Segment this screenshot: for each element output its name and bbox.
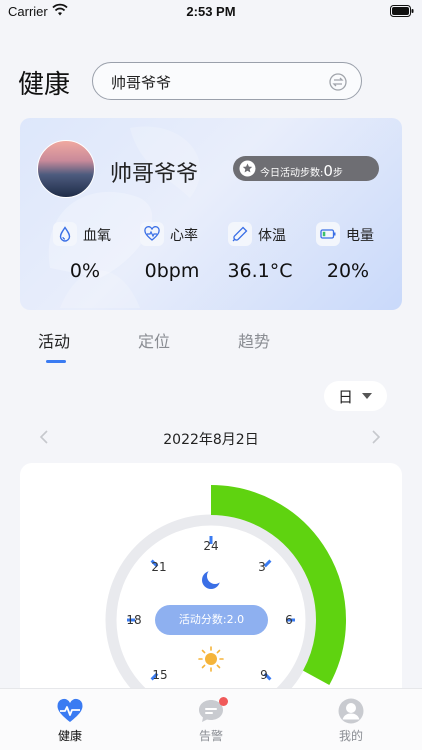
hour-label-9: 9	[260, 668, 268, 682]
battery-level-icon	[320, 229, 336, 239]
status-bar: Carrier 2:53 PM	[0, 0, 422, 24]
page-title: 健康	[18, 70, 71, 100]
nav-health[interactable]: 健康	[30, 689, 110, 750]
stat-label: 体温	[258, 228, 286, 244]
avatar[interactable]	[37, 140, 95, 198]
stat-temperature: 体温 36.1°C	[222, 222, 312, 282]
current-date: 2022年8月2日	[163, 432, 259, 448]
chevron-down-icon	[362, 393, 372, 399]
active-tab-indicator	[46, 360, 66, 363]
hour-label-24: 24	[203, 539, 219, 553]
chevron-right-icon[interactable]	[370, 429, 382, 445]
steps-label: 今日活动步数:	[260, 168, 324, 179]
moon-icon	[202, 568, 223, 589]
hour-label-15: 15	[152, 668, 168, 682]
steps-text: 今日活动步数:0步	[260, 162, 343, 180]
nav-alerts[interactable]: 告警	[171, 689, 251, 750]
hour-label-18: 18	[126, 613, 142, 627]
user-icon	[338, 698, 364, 724]
stat-label: 心率	[170, 228, 198, 244]
profile-card: 帅哥爷爷 今日活动步数:0步 血氧 0% 心率 0bpm 体温 36.1°C 电…	[20, 118, 402, 310]
alert-badge	[219, 697, 228, 706]
bottom-tab-bar: 健康 告警 我的	[0, 688, 422, 750]
hour-label-6: 6	[285, 613, 293, 627]
stat-heart-rate: 心率 0bpm	[134, 222, 224, 282]
heart-pulse-icon	[57, 698, 83, 722]
user-name: 帅哥爷爷	[110, 162, 199, 187]
stat-value: 20%	[326, 260, 370, 282]
tab-trend[interactable]: 趋势	[238, 328, 270, 352]
status-time: 2:53 PM	[186, 4, 236, 19]
stat-value: 0%	[69, 260, 101, 282]
range-value: 日	[338, 388, 354, 406]
range-dropdown[interactable]: 日	[324, 381, 387, 411]
activity-clock-card: 24 3 6 9 15 18 21 活动分数:2.0	[20, 463, 402, 703]
member-search-input[interactable]: 帅哥爷爷	[92, 62, 362, 100]
activity-score-badge: 活动分数:2.0	[155, 605, 268, 635]
steps-value: 0	[323, 162, 333, 180]
stat-value: 0bpm	[144, 260, 200, 282]
star-icon	[239, 160, 256, 177]
tab-location[interactable]: 定位	[138, 328, 170, 352]
nav-label: 我的	[338, 729, 363, 743]
nav-profile[interactable]: 我的	[311, 689, 391, 750]
stat-label: 电量	[346, 228, 374, 244]
search-value: 帅哥爷爷	[111, 74, 172, 92]
nav-label: 告警	[198, 729, 223, 743]
heart-rate-icon	[144, 226, 160, 241]
blood-drop-icon	[59, 226, 71, 242]
stat-battery: 电量 20%	[310, 222, 400, 282]
swap-icon[interactable]	[329, 73, 347, 91]
hour-label-21: 21	[151, 560, 167, 574]
steps-badge: 今日活动步数:0步	[233, 156, 379, 181]
sun-icon	[198, 646, 224, 672]
tab-activity[interactable]: 活动	[38, 328, 70, 352]
stat-label: 血氧	[83, 228, 111, 244]
stat-value: 36.1°C	[227, 260, 293, 282]
hour-label-3: 3	[258, 560, 266, 574]
nav-label: 健康	[57, 729, 82, 743]
stat-blood-oxygen: 血氧 0%	[47, 222, 137, 282]
thermometer-icon	[232, 226, 248, 242]
steps-unit: 步	[332, 168, 343, 179]
activity-clock	[105, 485, 346, 703]
battery-icon	[390, 5, 414, 17]
